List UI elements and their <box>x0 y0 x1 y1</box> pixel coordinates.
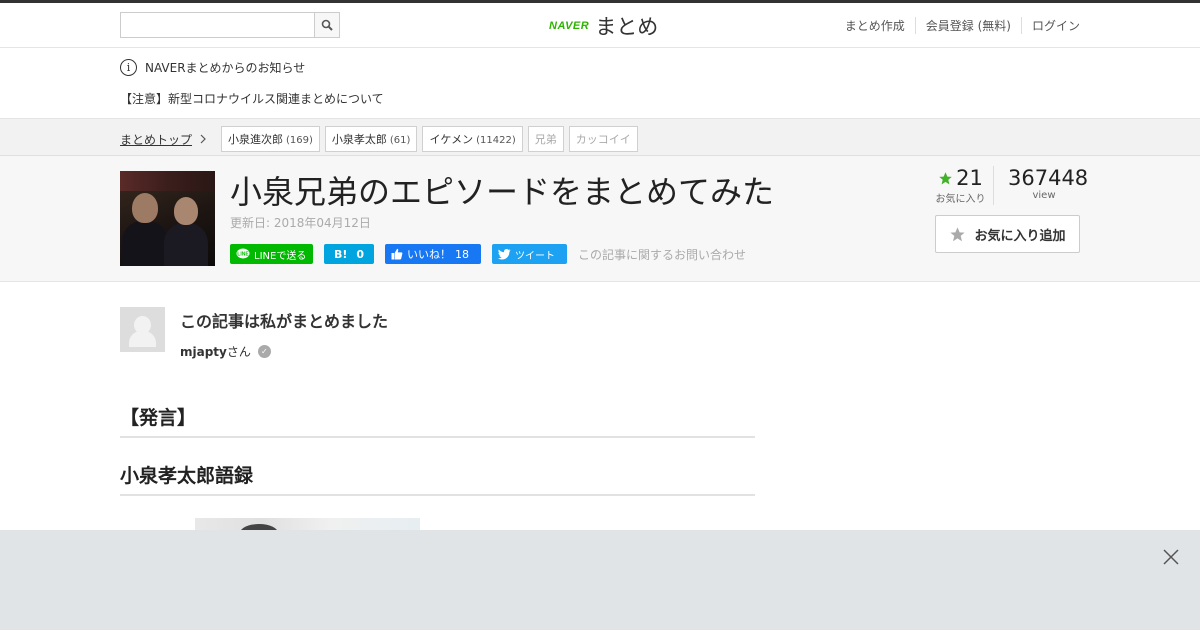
search-button[interactable] <box>314 13 339 37</box>
article-title: 小泉兄弟のエピソードをまとめてみた <box>230 173 775 211</box>
tag-label: イケメン <box>429 133 474 146</box>
views-label: view <box>1032 190 1056 201</box>
chevron-right-icon <box>200 134 206 144</box>
article-stats: 21 お気に入り 367448 view <box>928 166 1089 205</box>
hatena-icon: B! <box>333 247 348 261</box>
tag-koizumi-kotaro[interactable]: 小泉孝太郎 (61) <box>324 126 418 152</box>
line-icon: LINE <box>236 248 250 259</box>
hatena-count: 0 <box>356 247 365 261</box>
logo-matome: まとめ <box>595 15 659 39</box>
views-count: 367448 <box>1008 166 1089 190</box>
site-logo[interactable]: NAVER まとめ <box>549 11 658 41</box>
twitter-bird-icon <box>498 248 511 259</box>
breadcrumb-top-label: まとめトップ <box>120 132 193 147</box>
line-share-button[interactable]: LINE LINEで送る <box>230 244 313 264</box>
tag-ikemen[interactable]: イケメン (11422) <box>422 126 523 152</box>
search-input[interactable] <box>121 13 314 37</box>
breadcrumb: まとめトップ 小泉進次郎 (169) 小泉孝太郎 (61) イケメン (11422) … <box>120 126 638 152</box>
breadcrumb-top-link[interactable]: まとめトップ <box>120 131 206 148</box>
facebook-like-button[interactable]: いいね！ 18 <box>385 244 481 264</box>
thumbs-up-icon <box>391 248 403 260</box>
tweet-button[interactable]: ツイート <box>492 244 567 264</box>
header-links: まとめ作成 会員登録 (無料) ログイン <box>835 17 1080 34</box>
top-bar: NAVER まとめ まとめ作成 会員登録 (無料) ログイン <box>0 0 1200 48</box>
favorites-count: 21 <box>956 166 983 190</box>
tag-kyodai[interactable]: 兄弟 <box>527 126 564 152</box>
create-matome-link[interactable]: まとめ作成 <box>835 17 915 34</box>
avatar[interactable] <box>120 307 165 352</box>
author-heading: この記事は私がまとめました <box>180 312 389 331</box>
logo-naver: NAVER <box>549 20 590 32</box>
facebook-like-count: 18 <box>455 247 469 261</box>
svg-text:LINE: LINE <box>237 252 249 258</box>
author-box: この記事は私がまとめました mjaptyさん ✓ <box>120 307 388 360</box>
section-subheading: 小泉孝太郎語録 <box>120 461 755 496</box>
tag-koizumi-shinjiro[interactable]: 小泉進次郎 (169) <box>221 126 320 152</box>
line-share-label: LINEで送る <box>254 250 307 262</box>
notice-area: i NAVERまとめからのお知らせ 【注意】新型コロナウイルス関連まとめについて <box>120 57 1080 107</box>
contact-link[interactable]: この記事に関するお問い合わせ <box>578 246 746 263</box>
section-heading: 【発言】 <box>120 403 755 438</box>
favorites-stat: 21 お気に入り <box>928 166 994 205</box>
ad-banner <box>0 530 1200 630</box>
tag-kakkoii[interactable]: カッコイイ <box>568 126 638 152</box>
register-link[interactable]: 会員登録 (無料) <box>914 17 1021 34</box>
article-thumbnail <box>120 171 215 266</box>
search-box <box>120 12 340 38</box>
tag-label: 兄弟 <box>534 133 557 146</box>
author-name[interactable]: mjapty <box>180 345 227 359</box>
tag-count: (61) <box>389 135 411 146</box>
author-suffix: さん <box>226 345 251 359</box>
article-header: 小泉兄弟のエピソードをまとめてみた 更新日: 2018年04月12日 LINE … <box>0 156 1200 282</box>
updated-date: 更新日: 2018年04月12日 <box>230 216 371 230</box>
tag-label: 小泉進次郎 <box>228 133 284 146</box>
verified-check-icon: ✓ <box>257 345 271 358</box>
share-buttons: LINE LINEで送る B! 0 いいね！ 18 ツイート この記事に関するお… <box>230 244 746 264</box>
author-name-row: mjaptyさん ✓ <box>180 343 388 360</box>
tag-count: (11422) <box>476 135 516 146</box>
info-icon: i <box>120 58 137 76</box>
add-favorite-label: お気に入り追加 <box>974 228 1066 244</box>
tag-label: 小泉孝太郎 <box>331 133 387 146</box>
breadcrumb-bar: まとめトップ 小泉進次郎 (169) 小泉孝太郎 (61) イケメン (11422) … <box>0 118 1200 156</box>
notice-link[interactable]: 【注意】新型コロナウイルス関連まとめについて <box>120 90 1080 107</box>
views-stat: 367448 view <box>994 166 1089 205</box>
favorites-label: お気に入り <box>935 194 986 205</box>
add-favorite-button[interactable]: お気に入り追加 <box>935 215 1080 253</box>
search-icon <box>321 19 333 31</box>
close-icon[interactable] <box>1162 548 1180 566</box>
tag-label: カッコイイ <box>575 133 631 146</box>
star-icon <box>939 171 952 184</box>
facebook-like-label: いいね！ <box>407 248 451 261</box>
tag-count: (169) <box>286 135 313 146</box>
star-icon <box>950 226 966 241</box>
hatena-bookmark-button[interactable]: B! 0 <box>324 244 374 264</box>
tweet-label: ツイート <box>515 250 555 262</box>
notice-heading-text: NAVERまとめからのお知らせ <box>145 60 306 75</box>
notice-heading: i NAVERまとめからのお知らせ <box>120 57 1080 77</box>
login-link[interactable]: ログイン <box>1020 17 1080 34</box>
